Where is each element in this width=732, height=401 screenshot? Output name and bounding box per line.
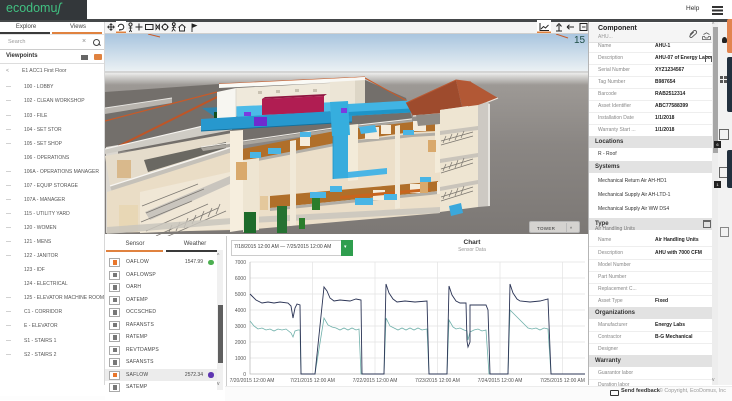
svg-text:7/22/2015 12:00 AM: 7/22/2015 12:00 AM — [353, 378, 398, 384]
svg-text:5000: 5000 — [235, 292, 246, 298]
svg-text:6000: 6000 — [235, 276, 246, 282]
svg-text:1000: 1000 — [235, 356, 246, 362]
svg-text:4000: 4000 — [235, 308, 246, 314]
svg-text:3000: 3000 — [235, 324, 246, 330]
svg-text:7/20/2015 12:00 AM: 7/20/2015 12:00 AM — [230, 378, 275, 384]
svg-text:2000: 2000 — [235, 340, 246, 346]
svg-text:7/24/2015 12:00 AM: 7/24/2015 12:00 AM — [478, 378, 523, 384]
svg-text:7/21/2015 12:00 AM: 7/21/2015 12:00 AM — [290, 378, 335, 384]
svg-text:7000: 7000 — [235, 260, 246, 266]
svg-text:7/25/2015 12:00 AM: 7/25/2015 12:00 AM — [540, 378, 585, 384]
svg-text:7/23/2015 12:00 AM: 7/23/2015 12:00 AM — [415, 378, 460, 384]
